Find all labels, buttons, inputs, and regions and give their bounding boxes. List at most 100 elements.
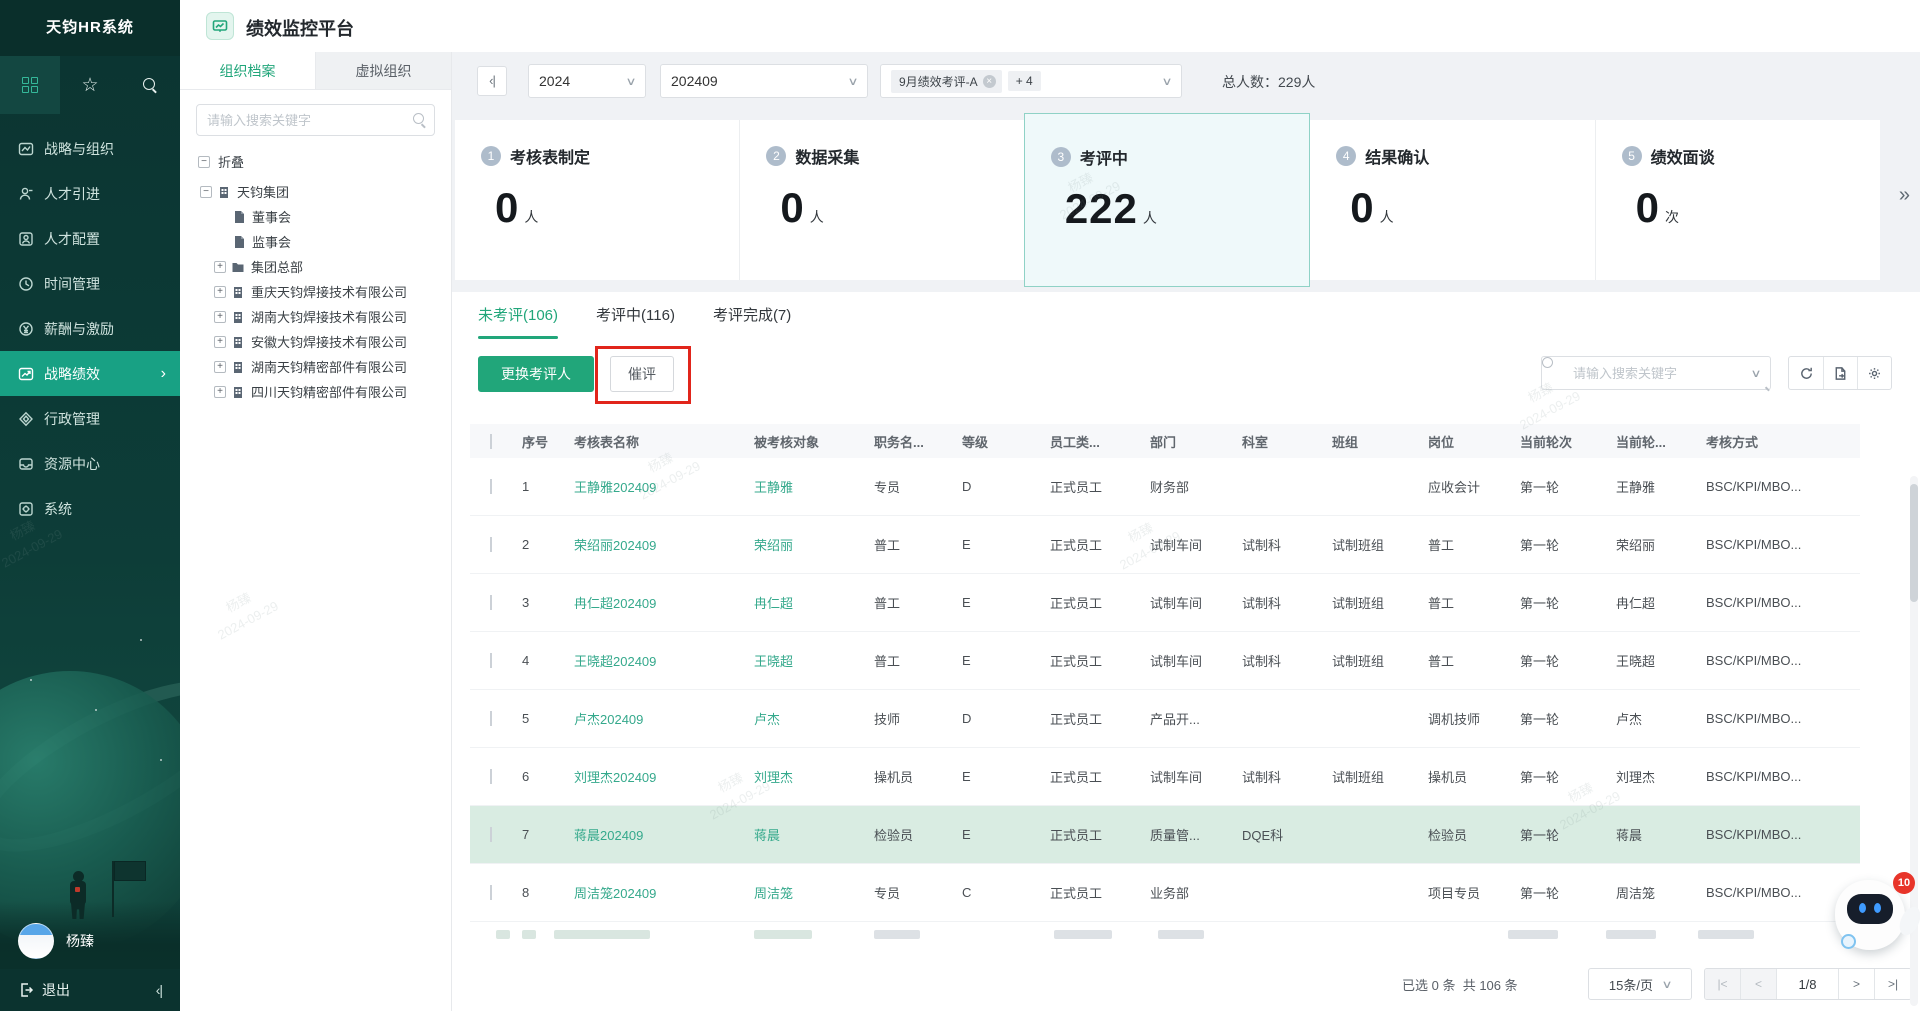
tree-node-company[interactable]: + 湖南大钧焊接技术有限公司 [180,304,451,329]
tab-org-archive[interactable]: 组织档案 [180,52,315,89]
cell-assessment-name[interactable]: 王静雅202409 [566,477,746,496]
assistant-robot[interactable]: 10 [1835,872,1913,956]
column-settings-button[interactable] [1857,357,1891,389]
cell-target[interactable]: 蒋晨 [746,825,866,844]
cell-target[interactable]: 冉仁超 [746,593,866,612]
expand-right-icon[interactable]: » [1899,184,1910,207]
row-checkbox[interactable] [490,595,492,610]
stage-card[interactable]: 1 考核表制定 0人 [455,120,739,280]
col-header: 考核表名称 [566,432,746,451]
table-row[interactable]: 6 刘理杰202409 刘理杰 操机员 E 正式员工 试制车间 试制科 试制班组… [470,748,1860,806]
year-select[interactable]: 2024 ∨ [528,64,646,98]
logout-label[interactable]: 退出 [42,980,70,1000]
expand-toggle-icon[interactable]: + [214,311,226,323]
panel-collapse-button[interactable]: ‹| [477,66,507,96]
sidebar-item-compensation[interactable]: 薪酬与激励 [0,306,180,351]
collapse-all-icon: − [198,156,210,168]
cell-assessment-name[interactable]: 荣绍丽202409 [566,535,746,554]
refresh-button[interactable] [1789,357,1823,389]
cell-assessment-name[interactable]: 冉仁超202409 [566,593,746,612]
row-checkbox[interactable] [490,827,492,842]
tree-node-folder[interactable]: + 集团总部 [180,254,451,279]
table-row[interactable]: 4 王晓超202409 王晓超 普工 E 正式员工 试制车间 试制科 试制班组 … [470,632,1860,690]
tab-evaluating[interactable]: 考评中(116) [596,304,675,339]
expand-toggle-icon[interactable]: + [214,386,226,398]
cell-target[interactable]: 周洁笼 [746,883,866,902]
tree-node-company[interactable]: + 重庆天钧焊接技术有限公司 [180,279,451,304]
table-row[interactable]: 5 卢杰202409 卢杰 技师 D 正式员工 产品开... 调机技师 第一轮 … [470,690,1860,748]
expand-toggle-icon[interactable]: + [214,261,226,273]
row-checkbox[interactable] [490,885,492,900]
sidebar-item-resource-center[interactable]: 资源中心 [0,441,180,486]
sidebar-search-button[interactable] [120,56,180,114]
expand-toggle-icon[interactable]: + [214,361,226,373]
collapse-toggle-icon[interactable]: − [200,186,212,198]
last-page-button[interactable]: >| [1875,969,1911,999]
sidebar-item-admin[interactable]: 行政管理 [0,396,180,441]
cell-target[interactable]: 刘理杰 [746,767,866,786]
scrollbar-thumb[interactable] [1910,484,1918,602]
expand-toggle-icon[interactable]: + [214,336,226,348]
row-checkbox[interactable] [490,711,492,726]
table-row[interactable]: 1 王静雅202409 王静雅 专员 D 正式员工 财务部 应收会计 第一轮 王… [470,458,1860,516]
next-page-button[interactable]: > [1839,969,1875,999]
cell-assessment-name[interactable]: 卢杰202409 [566,709,746,728]
sidebar-item-strategic-performance[interactable]: 战略绩效 › [0,351,180,396]
cell-target[interactable]: 王静雅 [746,477,866,496]
cell-assessment-name[interactable]: 王晓超202409 [566,651,746,670]
avatar[interactable] [18,923,54,959]
user-row[interactable]: 杨臻 [0,917,180,965]
table-search-input[interactable] [1573,366,1723,381]
stage-card[interactable]: 2 数据采集 0人 [739,120,1024,280]
first-page-button[interactable]: |< [1705,969,1741,999]
table-row[interactable]: 2 荣绍丽202409 荣绍丽 普工 E 正式员工 试制车间 试制科 试制班组 … [470,516,1860,574]
cell-assessment-name[interactable]: 周洁笼202409 [566,883,746,902]
tree-node-doc[interactable]: 监事会 [180,229,451,254]
page-size-select[interactable]: 15条/页 ∨ [1588,968,1692,1000]
sidebar-item-system[interactable]: 系统 [0,486,180,531]
stage-card[interactable]: 3 考评中 222人 [1024,113,1310,287]
row-checkbox[interactable] [490,769,492,784]
tag-remove-icon[interactable]: × [983,75,996,88]
tab-not-evaluated[interactable]: 未考评(106) [478,304,558,339]
cell-target[interactable]: 王晓超 [746,651,866,670]
org-tree: − 天钧集团 董事会 监事会 + 集团总部 + 重庆天钧焊接技术有限公司 [180,179,451,404]
tree-node-company[interactable]: + 安徽大钧焊接技术有限公司 [180,329,451,354]
plan-multiselect[interactable]: 9月绩效考评-A × + 4 ∨ [880,64,1182,98]
cell-assessment-name[interactable]: 刘理杰202409 [566,767,746,786]
tree-node-doc[interactable]: 董事会 [180,204,451,229]
prev-page-button[interactable]: < [1741,969,1777,999]
tab-evaluation-done[interactable]: 考评完成(7) [713,304,791,339]
sidebar-item-talent-intro[interactable]: 人才引进 [0,171,180,216]
table-row[interactable]: 7 蒋晨202409 蒋晨 检验员 E 正式员工 质量管... DQE科 检验员… [470,806,1860,864]
row-checkbox[interactable] [490,479,492,494]
sidebar-item-strategy-org[interactable]: 战略与组织 [0,126,180,171]
cell-target[interactable]: 卢杰 [746,709,866,728]
stage-card[interactable]: 4 结果确认 0人 [1309,120,1594,280]
sidebar-item-time-mgmt[interactable]: 时间管理 [0,261,180,306]
tab-virtual-org[interactable]: 虚拟组织 [315,52,451,89]
cell-emp-type: 正式员工 [1042,651,1142,670]
tree-node-company[interactable]: + 四川天钧精密部件有限公司 [180,379,451,404]
urge-evaluation-button[interactable]: 催评 [610,356,674,392]
stage-card[interactable]: 5 绩效面谈 0次 [1595,120,1880,280]
table-row[interactable]: 3 冉仁超202409 冉仁超 普工 E 正式员工 试制车间 试制科 试制班组 … [470,574,1860,632]
apps-grid-button[interactable] [0,56,60,114]
export-button[interactable] [1823,357,1857,389]
table-row[interactable]: 8 周洁笼202409 周洁笼 专员 C 正式员工 业务部 项目专员 第一轮 周… [470,864,1860,922]
sidebar-collapse-icon[interactable]: ‹| [156,982,162,998]
tree-node-company[interactable]: + 湖南天钧精密部件有限公司 [180,354,451,379]
sidebar-item-talent-config[interactable]: 人才配置 [0,216,180,261]
period-select[interactable]: 202409 ∨ [660,64,868,98]
tree-collapse-row[interactable]: − 折叠 [198,152,451,171]
expand-toggle-icon[interactable]: + [214,286,226,298]
tree-node-group[interactable]: − 天钧集团 [180,179,451,204]
favorites-button[interactable]: ☆ [60,56,120,114]
row-checkbox[interactable] [490,653,492,668]
cell-target[interactable]: 荣绍丽 [746,535,866,554]
change-evaluator-button[interactable]: 更换考评人 [478,356,594,392]
org-search-input[interactable] [207,105,407,135]
row-checkbox[interactable] [490,537,492,552]
select-all-checkbox[interactable] [490,434,492,449]
cell-assessment-name[interactable]: 蒋晨202409 [566,825,746,844]
